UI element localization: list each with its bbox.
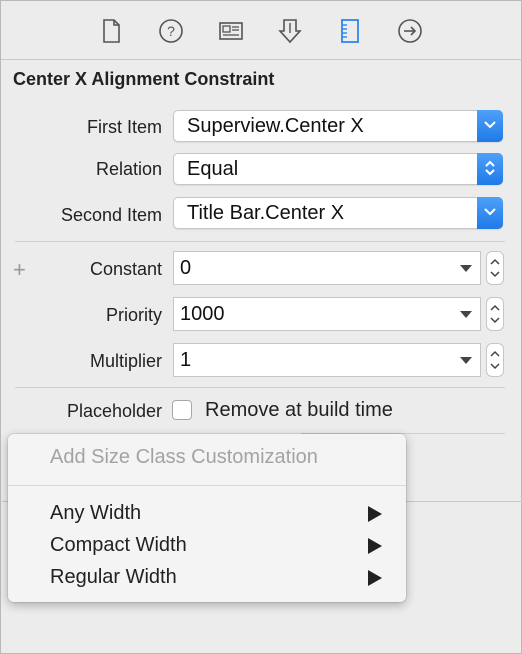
- multiplier-field[interactable]: 1: [173, 343, 481, 377]
- identity-inspector-icon[interactable]: [215, 15, 247, 47]
- second-item-value: Title Bar.Center X: [187, 202, 345, 224]
- relation-value: Equal: [187, 158, 239, 180]
- constant-field[interactable]: 0: [173, 251, 481, 285]
- placeholder-label: Placeholder: [66, 401, 162, 421]
- size-class-menu: Add Size Class Customization Any Width C…: [8, 434, 406, 602]
- attributes-inspector-icon[interactable]: [274, 15, 306, 47]
- multiplier-label: Multiplier: [89, 351, 162, 371]
- first-item-popup[interactable]: Superview.Center X: [173, 110, 503, 142]
- dropdown-triangle-icon[interactable]: [460, 265, 472, 272]
- chevron-down-icon: [477, 197, 503, 229]
- submenu-arrow-icon: [368, 570, 382, 586]
- priority-stepper[interactable]: [486, 297, 504, 331]
- connections-inspector-icon[interactable]: [394, 15, 426, 47]
- menu-header-add-size-class: Add Size Class Customization: [50, 446, 318, 468]
- priority-field[interactable]: 1000: [173, 297, 481, 331]
- remove-at-build-time-checkbox[interactable]: [172, 400, 192, 420]
- relation-label: Relation: [95, 159, 162, 179]
- divider: [15, 387, 505, 388]
- divider: [15, 241, 505, 242]
- first-item-label: First Item: [87, 117, 162, 137]
- chevron-down-icon: [477, 110, 503, 142]
- constant-stepper[interactable]: [486, 251, 504, 285]
- second-item-label: Second Item: [60, 205, 162, 225]
- menu-divider: [8, 485, 406, 486]
- inspector-title: Center X Alignment Constraint: [13, 69, 275, 89]
- constant-label: Constant: [89, 259, 162, 279]
- submenu-arrow-icon: [368, 538, 382, 554]
- submenu-arrow-icon: [368, 506, 382, 522]
- size-inspector-icon[interactable]: [334, 15, 366, 47]
- menu-item-regular-width[interactable]: Regular Width: [50, 566, 177, 589]
- dropdown-triangle-icon[interactable]: [460, 311, 472, 318]
- constant-value: 0: [180, 257, 192, 279]
- menu-item-any-width[interactable]: Any Width: [50, 502, 141, 525]
- file-inspector-icon[interactable]: [95, 15, 127, 47]
- second-item-popup[interactable]: Title Bar.Center X: [173, 197, 503, 229]
- up-down-chevron-icon: [477, 153, 503, 185]
- quick-help-icon[interactable]: ?: [155, 15, 187, 47]
- first-item-value: Superview.Center X: [187, 115, 364, 137]
- priority-label: Priority: [105, 305, 162, 325]
- remove-at-build-time-label[interactable]: Remove at build time: [205, 399, 393, 422]
- multiplier-stepper[interactable]: [486, 343, 504, 377]
- relation-popup[interactable]: Equal: [173, 153, 503, 185]
- dropdown-triangle-icon[interactable]: [460, 357, 472, 364]
- priority-value: 1000: [180, 303, 225, 325]
- multiplier-value: 1: [180, 349, 192, 371]
- menu-item-compact-width[interactable]: Compact Width: [50, 534, 187, 557]
- inspector-toolbar: ?: [1, 1, 521, 60]
- svg-text:?: ?: [167, 23, 175, 39]
